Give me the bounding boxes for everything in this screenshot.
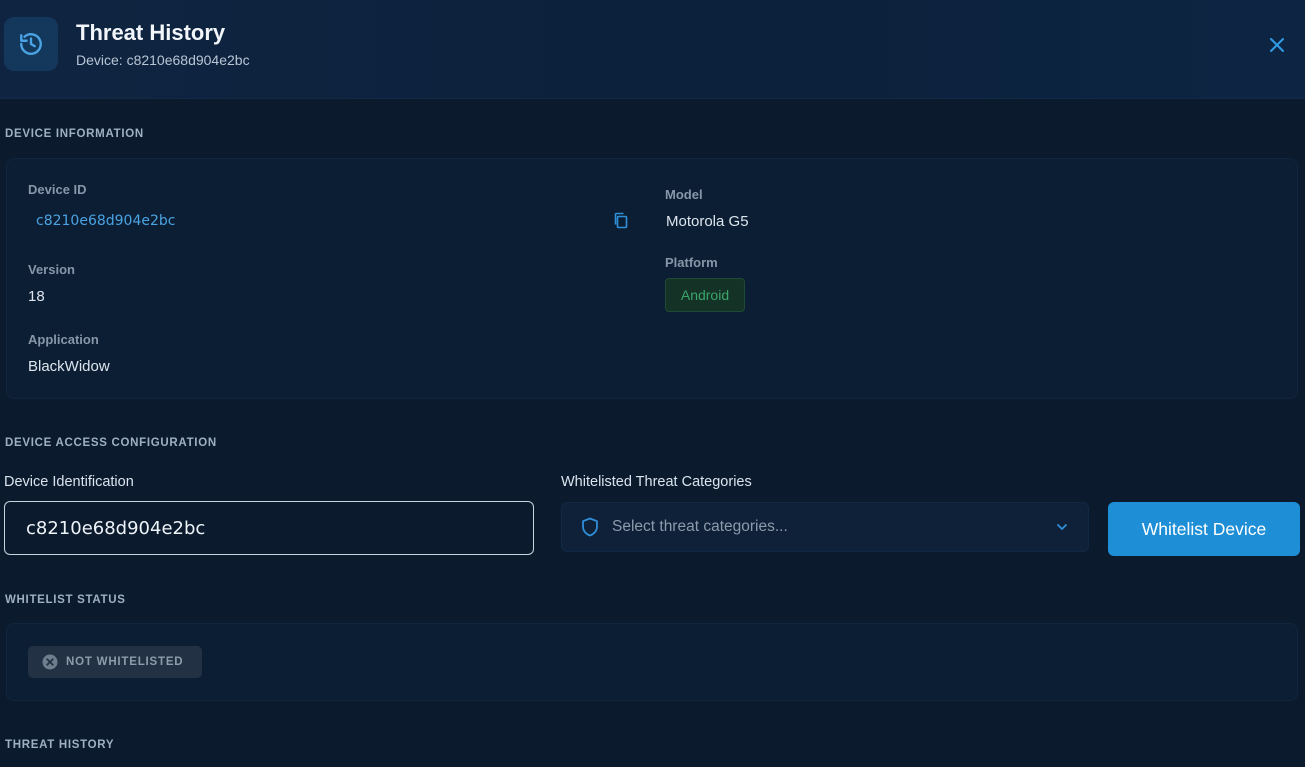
status-text: NOT WHITELISTED (66, 656, 184, 668)
application-value: BlackWidow (28, 358, 110, 375)
modal-subtitle: Device: c8210e68d904e2bc (76, 52, 250, 68)
close-icon[interactable] (1265, 33, 1289, 57)
section-title-threat-history: THREAT HISTORY (5, 739, 115, 751)
version-value: 18 (28, 288, 45, 305)
threat-categories-placeholder: Select threat categories... (612, 518, 788, 535)
shield-icon (581, 517, 599, 537)
platform-label: Platform (665, 255, 718, 270)
threat-categories-select[interactable]: Select threat categories... (561, 502, 1089, 552)
device-identification-input[interactable] (4, 501, 534, 555)
chevron-down-icon (1055, 520, 1069, 534)
device-info-card (6, 158, 1298, 399)
copy-icon[interactable] (613, 212, 629, 230)
modal-title: Threat History (76, 20, 226, 45)
platform-badge: Android (665, 278, 745, 312)
version-label: Version (28, 262, 75, 277)
model-value: Motorola G5 (666, 213, 749, 230)
whitelist-device-button[interactable]: Whitelist Device (1108, 502, 1300, 556)
device-identification-label: Device Identification (4, 474, 134, 490)
modal-header: Threat History Device: c8210e68d904e2bc (0, 0, 1305, 99)
history-icon (4, 17, 58, 71)
device-id-label: Device ID (28, 182, 87, 197)
threat-categories-label: Whitelisted Threat Categories (561, 474, 752, 490)
x-circle-icon (42, 654, 58, 670)
section-title-access-configuration: DEVICE ACCESS CONFIGURATION (5, 437, 217, 449)
status-badge: NOT WHITELISTED (28, 646, 202, 678)
model-label: Model (665, 187, 703, 202)
section-title-whitelist-status: WHITELIST STATUS (5, 594, 126, 606)
device-id-value[interactable]: c8210e68d904e2bc (36, 213, 175, 229)
application-label: Application (28, 332, 99, 347)
section-title-device-information: DEVICE INFORMATION (5, 128, 144, 140)
